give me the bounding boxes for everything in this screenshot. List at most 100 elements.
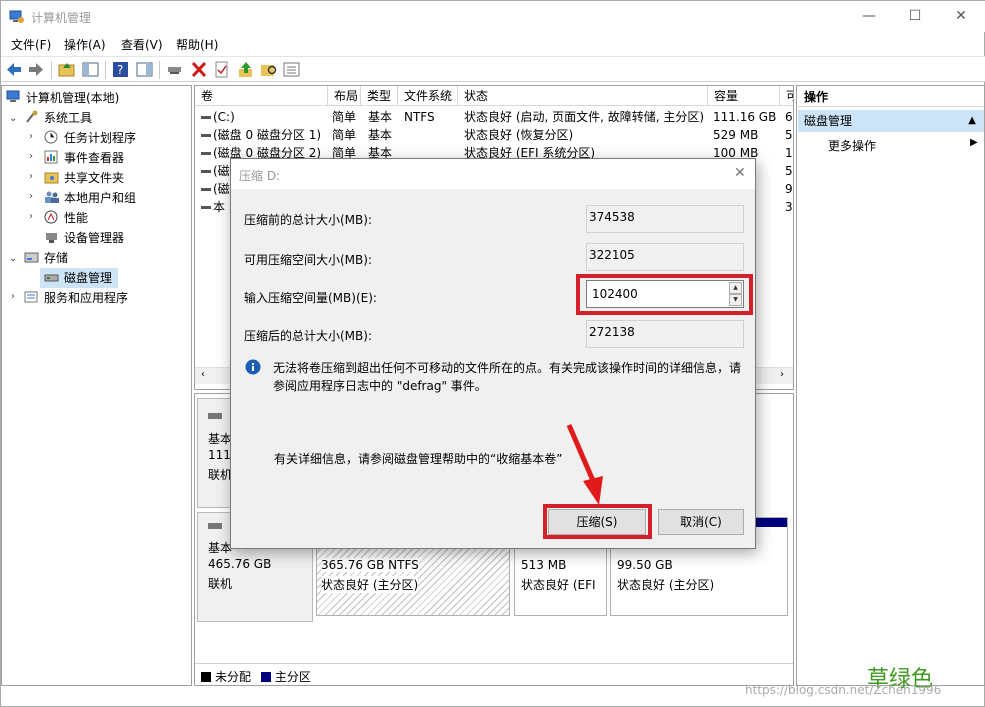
scroll-left-icon[interactable]: ‹ xyxy=(201,369,205,380)
help-text: 有关详细信息，请参阅磁盘管理帮助中的“收缩基本卷” xyxy=(274,452,563,466)
collapse-up-icon[interactable]: ▲ xyxy=(968,110,976,132)
total-before-value: 374538 xyxy=(586,205,744,233)
volume-icon xyxy=(201,170,211,173)
col-capacity[interactable]: 容量 xyxy=(708,86,780,106)
info-line-2: 参阅应用程序日志中的 "defrag" 事件。 xyxy=(273,379,487,393)
info-icon xyxy=(245,359,261,375)
chevron-down-icon[interactable]: ⌄ xyxy=(9,253,17,264)
list-view-icon[interactable] xyxy=(283,61,301,78)
total-after-value: 272138 xyxy=(586,320,744,348)
tree-storage[interactable]: 存储 xyxy=(24,248,68,268)
search-folder-icon[interactable] xyxy=(260,61,278,78)
primary-swatch xyxy=(260,672,271,682)
disk-icon xyxy=(208,523,222,529)
connect-drive-icon[interactable] xyxy=(166,61,184,78)
cell-layout: 简单 xyxy=(332,110,357,124)
services-icon xyxy=(24,291,38,303)
properties-view-icon[interactable] xyxy=(136,61,154,78)
watermark-url: https://blog.csdn.net/Zchen1996 xyxy=(745,683,942,697)
tree-shared-folders[interactable]: 共享文件夹 xyxy=(44,168,124,188)
close-button[interactable]: ✕ xyxy=(938,1,984,32)
tools-icon xyxy=(26,110,38,123)
tree-device-manager[interactable]: 设备管理器 xyxy=(44,228,124,248)
tree-system-tools[interactable]: 系统工具 xyxy=(24,108,92,128)
chevron-right-icon[interactable]: › xyxy=(29,191,33,202)
help-icon[interactable]: ? xyxy=(112,61,130,78)
window-title: 计算机管理 xyxy=(31,11,92,25)
tree-task-scheduler[interactable]: 任务计划程序 xyxy=(44,128,136,148)
menu-action[interactable]: 操作(A) xyxy=(64,36,106,53)
menu-help[interactable]: 帮助(H) xyxy=(176,36,218,53)
show-hide-tree-icon[interactable] xyxy=(82,61,100,78)
arrow-up-icon[interactable] xyxy=(237,61,255,78)
legend: 未分配 主分区 xyxy=(195,663,793,685)
chevron-right-icon[interactable]: › xyxy=(29,131,33,142)
cell-fs: NTFS xyxy=(404,110,435,124)
unallocated-swatch xyxy=(201,672,211,682)
actions-title: 操作 xyxy=(798,87,984,107)
volume-icon xyxy=(201,152,211,155)
disk-icon xyxy=(208,413,222,419)
storage-icon xyxy=(24,252,39,263)
table-row[interactable]: (C:) 简单 基本 NTFS 状态良好 (启动, 页面文件, 故障转储, 主分区) 11… xyxy=(195,108,793,126)
menu-view[interactable]: 查看(V) xyxy=(121,36,163,53)
up-folder-icon[interactable] xyxy=(58,61,76,78)
chevron-right-icon[interactable]: › xyxy=(29,171,33,182)
input-label: 输入压缩空间量(MB)(E): xyxy=(244,291,377,305)
more-actions[interactable]: 更多操作 ▶ xyxy=(828,137,978,154)
total-after-label: 压缩后的总计大小(MB): xyxy=(244,329,372,343)
shared-folder-icon xyxy=(44,172,59,184)
back-arrow-icon[interactable] xyxy=(5,61,23,78)
users-icon xyxy=(45,191,59,203)
col-layout[interactable]: 布局 xyxy=(328,86,361,106)
title-bar: 计算机管理 — ☐ ✕ xyxy=(1,1,985,32)
cell-free: 3 xyxy=(785,200,793,214)
check-document-icon[interactable] xyxy=(213,61,231,78)
dialog-title: 压缩 D: xyxy=(239,169,281,183)
clock-icon xyxy=(44,130,58,144)
col-free[interactable]: 可 xyxy=(780,86,793,106)
event-viewer-icon xyxy=(44,150,58,164)
red-arrow-annotation xyxy=(566,424,603,505)
volume-icon xyxy=(201,134,211,137)
col-type[interactable]: 类型 xyxy=(361,86,398,106)
maximize-button[interactable]: ☐ xyxy=(892,1,938,32)
forward-arrow-icon[interactable] xyxy=(27,61,45,78)
volume-icon xyxy=(201,116,211,119)
computer-management-icon xyxy=(9,10,24,23)
total-before-label: 压缩前的总计大小(MB): xyxy=(244,213,372,227)
legend-unallocated: 未分配 xyxy=(215,670,252,684)
chevron-right-icon[interactable]: › xyxy=(11,291,15,302)
minimize-button[interactable]: — xyxy=(846,1,892,32)
chevron-right-icon[interactable]: › xyxy=(29,151,33,162)
cell-layout: 简单 xyxy=(332,128,357,142)
table-row[interactable]: (磁盘 0 磁盘分区 1) 简单 基本 状态良好 (恢复分区) 529 MB 5 xyxy=(195,126,793,144)
col-filesystem[interactable]: 文件系统 xyxy=(398,86,458,106)
cell-free: 5 xyxy=(785,164,793,178)
tree-services[interactable]: 服务和应用程序 xyxy=(24,288,128,308)
chevron-right-icon[interactable]: › xyxy=(29,211,33,222)
col-status[interactable]: 状态 xyxy=(458,86,708,106)
available-label: 可用压缩空间大小(MB): xyxy=(244,253,372,267)
tree-disk-management[interactable]: 磁盘管理 xyxy=(40,268,118,288)
cell-status: 状态良好 (恢复分区) xyxy=(464,128,574,142)
navigation-tree: 计算机管理(本地) ⌄ 系统工具 › 任务计划程序 › 事件查看器 › 共享文件… xyxy=(1,85,192,686)
cell-cap: 529 MB xyxy=(713,128,759,142)
col-volume[interactable]: 卷 xyxy=(195,86,328,106)
disk-icon xyxy=(44,274,59,282)
computer-icon xyxy=(6,90,20,102)
actions-disk-management[interactable]: 磁盘管理 ▲ xyxy=(798,110,984,132)
chevron-down-icon[interactable]: ⌄ xyxy=(9,113,17,124)
dialog-close-icon[interactable]: ✕ xyxy=(734,165,746,181)
tree-event-viewer[interactable]: 事件查看器 xyxy=(44,148,124,168)
cancel-button[interactable]: 取消(C) xyxy=(658,509,744,535)
tree-performance[interactable]: 性能 xyxy=(44,208,88,228)
menu-file[interactable]: 文件(F) xyxy=(11,36,51,53)
cell-vol: (磁盘 0 磁盘分区 1) xyxy=(213,128,322,142)
tree-local-users[interactable]: 本地用户和组 xyxy=(44,188,136,208)
delete-icon[interactable] xyxy=(190,61,208,78)
cell-free: 6 xyxy=(785,110,793,124)
menu-bar: 文件(F) 操作(A) 查看(V) 帮助(H) xyxy=(1,32,985,55)
tree-root[interactable]: 计算机管理(本地) xyxy=(6,88,119,108)
scroll-right-icon[interactable]: › xyxy=(780,369,784,380)
